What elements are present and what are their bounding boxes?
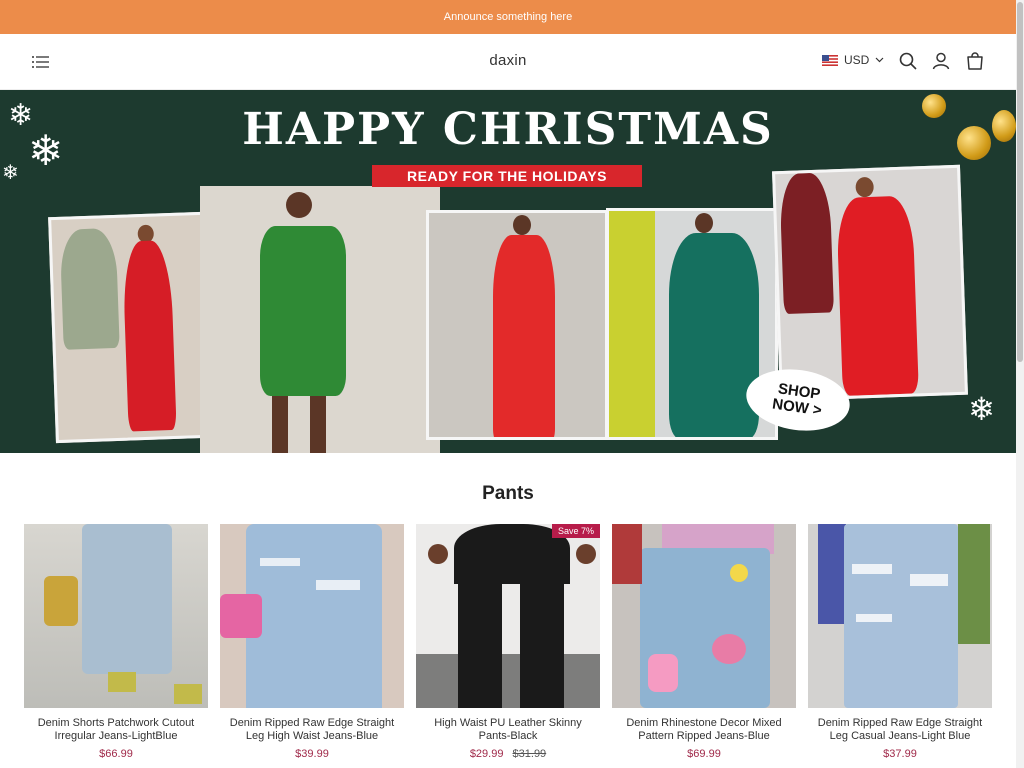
page-scrollbar[interactable]	[1016, 0, 1024, 768]
snowflake-icon: ❄	[2, 162, 19, 184]
product-price: $39.99	[220, 748, 404, 760]
menu-icon[interactable]	[31, 54, 51, 70]
product-price: $37.99	[808, 748, 992, 760]
currency-selector[interactable]: USD	[822, 53, 884, 67]
original-price: $31.99	[512, 748, 547, 760]
product-card[interactable]: Denim Shorts Patchwork Cutout Irregular …	[24, 524, 208, 760]
product-name[interactable]: Denim Ripped Raw Edge Straight Leg Casua…	[808, 717, 992, 743]
section-title: Pants	[482, 483, 534, 504]
save-badge: Save 7%	[551, 524, 600, 538]
cart-icon[interactable]	[965, 51, 985, 71]
hero-banner[interactable]: ❄ ❄ ❄ ❄ HAPPY CHRISTMAS READY FOR THE HO…	[0, 90, 1016, 453]
product-card[interactable]: Denim Rhinestone Decor Mixed Pattern Rip…	[612, 524, 796, 760]
product-image[interactable]: Save 7%	[416, 524, 600, 708]
current-price: $66.99	[99, 748, 133, 760]
snowflake-icon: ❄	[968, 391, 995, 427]
currency-label: USD	[844, 53, 870, 67]
product-price: $29.99 $31.99	[416, 748, 600, 760]
product-name[interactable]: High Waist PU Leather Skinny Pants-Black	[416, 717, 600, 743]
scrollbar-thumb[interactable]	[1017, 2, 1023, 362]
product-card[interactable]: Save 7% High Waist PU Leather Skinny Pan…	[416, 524, 600, 760]
search-icon[interactable]	[898, 51, 918, 71]
current-price: $69.99	[687, 748, 721, 760]
product-name[interactable]: Denim Ripped Raw Edge Straight Leg High …	[220, 717, 404, 743]
product-image[interactable]	[220, 524, 404, 708]
banner-subtitle: READY FOR THE HOLIDAYS	[372, 165, 642, 187]
product-name[interactable]: Denim Rhinestone Decor Mixed Pattern Rip…	[612, 717, 796, 743]
banner-photo	[200, 186, 440, 453]
product-image[interactable]	[612, 524, 796, 708]
us-flag-icon	[822, 54, 838, 66]
site-header: daxin USD	[0, 34, 1016, 90]
banner-photo	[772, 164, 968, 402]
banner-photo	[426, 210, 608, 440]
announcement-bar: Announce something here	[0, 0, 1016, 34]
product-name[interactable]: Denim Shorts Patchwork Cutout Irregular …	[24, 717, 208, 743]
current-price: $39.99	[295, 748, 329, 760]
current-price: $37.99	[883, 748, 917, 760]
product-card[interactable]: Denim Ripped Raw Edge Straight Leg Casua…	[808, 524, 992, 760]
product-price: $66.99	[24, 748, 208, 760]
product-card[interactable]: Denim Ripped Raw Edge Straight Leg High …	[220, 524, 404, 760]
product-image[interactable]	[808, 524, 992, 708]
chevron-down-icon	[875, 57, 884, 63]
banner-title: HAPPY CHRISTMAS	[242, 104, 774, 155]
current-price: $29.99	[469, 748, 504, 760]
product-price: $69.99	[612, 748, 796, 760]
announcement-text: Announce something here	[443, 11, 573, 23]
product-image[interactable]	[24, 524, 208, 708]
account-icon[interactable]	[931, 51, 951, 71]
